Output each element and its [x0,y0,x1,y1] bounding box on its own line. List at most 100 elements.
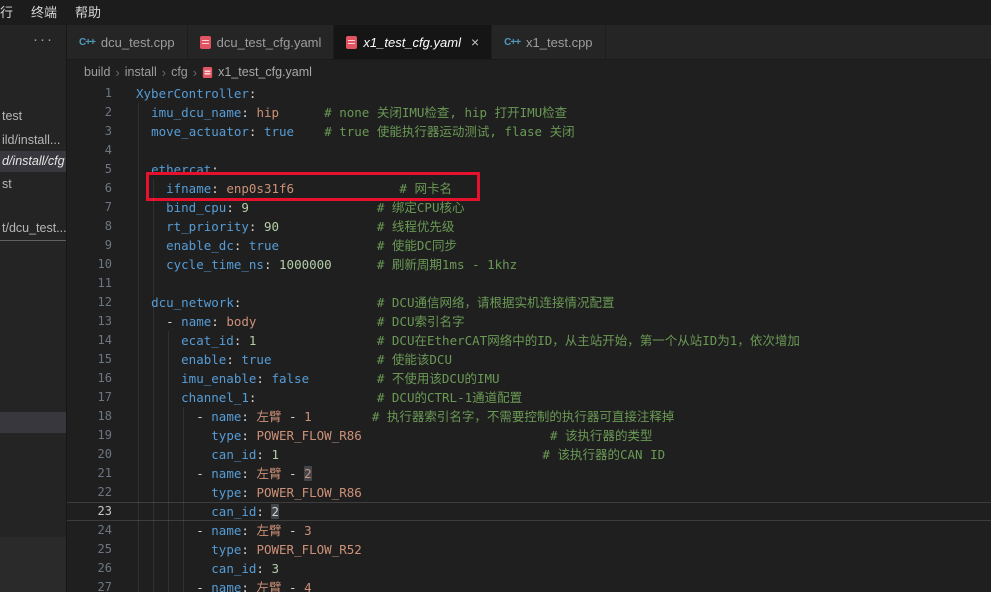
code-line[interactable]: 23 can_id: 2 [67,502,991,521]
sidebar-item[interactable]: ild/install... [0,130,66,151]
code-line[interactable]: 9 enable_dc: true # 使能DC同步 [67,236,991,255]
sidebar-selection-bar[interactable] [0,412,66,433]
sidebar-item[interactable]: test [0,106,66,127]
line-number[interactable]: 10 [67,255,112,274]
line-number[interactable]: 18 [67,407,112,426]
code-line[interactable]: 26 can_id: 3 [67,559,991,578]
close-icon[interactable]: × [471,35,479,49]
tab-label: x1_test_cfg.yaml [363,35,461,50]
line-number[interactable]: 23 [67,502,112,521]
tab-bar: C++dcu_test.cppdcu_test_cfg.yamlx1_test_… [67,25,991,60]
tab-dcu_test.cpp[interactable]: C++dcu_test.cpp [67,25,188,59]
line-number[interactable]: 16 [67,369,112,388]
line-number[interactable]: 1 [67,84,112,103]
code-line[interactable]: 2 imu_dcu_name: hip # none 关闭IMU检查, hip … [67,103,991,122]
line-number[interactable]: 25 [67,540,112,559]
sidebar-item[interactable]: d/install/cfg [0,151,66,172]
code-text: ifname: enp0s31f6 # 网卡名 [136,179,452,198]
code-lines: 1 XyberController:2 imu_dcu_name: hip # n… [67,84,991,592]
title-bar: 行终端帮助 [0,0,991,25]
line-number[interactable]: 2 [67,103,112,122]
code-text: type: POWER_FLOW_R86 # 该执行器的类型 [136,426,653,445]
line-number[interactable]: 20 [67,445,112,464]
code-line[interactable]: 11 [67,274,991,293]
code-line[interactable]: 20 can_id: 1 # 该执行器的CAN ID [67,445,991,464]
code-line[interactable]: 18 - name: 左臂 - 1 # 执行器索引名字，不需要控制的执行器可直接… [67,407,991,426]
line-number[interactable]: 13 [67,312,112,331]
tab-label: dcu_test_cfg.yaml [217,35,322,50]
code-line[interactable]: 22 type: POWER_FLOW_R86 [67,483,991,502]
tab-x1_test_cfg.yaml[interactable]: x1_test_cfg.yaml × [334,25,492,59]
code-line[interactable]: 17 channel_1: # DCU的CTRL-1通道配置 [67,388,991,407]
code-line[interactable]: 1 XyberController: [67,84,991,103]
line-number[interactable]: 7 [67,198,112,217]
code-text: enable_dc: true # 使能DC同步 [136,236,457,255]
code-line[interactable]: 21 - name: 左臂 - 2 [67,464,991,483]
sidebar: ··· testild/install...d/install/cfgstt/d… [0,25,67,592]
code-text: - name: body # DCU索引名字 [136,312,465,331]
breadcrumb-segment[interactable]: cfg [171,65,188,79]
code-text: bind_cpu: 9 # 绑定CPU核心 [136,198,465,217]
code-line[interactable]: 19 type: POWER_FLOW_R86 # 该执行器的类型 [67,426,991,445]
code-line[interactable]: 7 bind_cpu: 9 # 绑定CPU核心 [67,198,991,217]
code-line[interactable]: 3 move_actuator: true # true 使能执行器运动测试, … [67,122,991,141]
line-number[interactable]: 4 [67,141,112,160]
sidebar-item[interactable]: t/dcu_test... [0,218,66,239]
code-text: rt_priority: 90 # 线程优先级 [136,217,454,236]
code-line[interactable]: 8 rt_priority: 90 # 线程优先级 [67,217,991,236]
breadcrumb-segment[interactable]: build [84,65,110,79]
yaml-file-icon [346,36,357,49]
code-line[interactable]: 27 - name: 左臂 - 4 [67,578,991,592]
line-number[interactable]: 11 [67,274,112,293]
code-line[interactable]: 15 enable: true # 使能该DCU [67,350,991,369]
line-number[interactable]: 15 [67,350,112,369]
code-line[interactable]: 6 ifname: enp0s31f6 # 网卡名 [67,179,991,198]
code-line[interactable]: 24 - name: 左臂 - 3 [67,521,991,540]
breadcrumb-file[interactable]: x1_test_cfg.yaml [218,65,312,79]
code-text: dcu_network: # DCU通信网络，请根据实机连接情况配置 [136,293,615,312]
code-line[interactable]: 13 - name: body # DCU索引名字 [67,312,991,331]
line-number[interactable]: 26 [67,559,112,578]
code-line[interactable]: 14 ecat_id: 1 # DCU在EtherCAT网络中的ID，从主站开始… [67,331,991,350]
code-text: type: POWER_FLOW_R86 [136,483,362,502]
line-number[interactable]: 19 [67,426,112,445]
line-number[interactable]: 12 [67,293,112,312]
code-text: cycle_time_ns: 1000000 # 刷新周期1ms - 1khz [136,255,517,274]
code-line[interactable]: 12 dcu_network: # DCU通信网络，请根据实机连接情况配置 [67,293,991,312]
code-line[interactable]: 4 [67,141,991,160]
breadcrumb-segment[interactable]: install [125,65,157,79]
line-number[interactable]: 3 [67,122,112,141]
code-line[interactable]: 5 ethercat: [67,160,991,179]
code-text: - name: 左臂 - 4 [136,578,312,592]
sidebar-item[interactable]: st [0,174,66,195]
yaml-file-icon [203,66,212,77]
line-number[interactable]: 17 [67,388,112,407]
line-number[interactable]: 6 [67,179,112,198]
code-text: XyberController: [136,84,256,103]
breadcrumb: build›install›cfg›x1_test_cfg.yaml [67,60,991,84]
menu-item-终端[interactable]: 终端 [22,0,66,25]
cpp-file-icon: C++ [504,37,520,48]
line-number[interactable]: 5 [67,160,112,179]
line-number[interactable]: 8 [67,217,112,236]
menu-item-行[interactable]: 行 [0,0,22,25]
code-text: channel_1: # DCU的CTRL-1通道配置 [136,388,522,407]
code-editor[interactable]: 1 XyberController:2 imu_dcu_name: hip # n… [67,84,991,592]
tab-x1_test.cpp[interactable]: C++x1_test.cpp [492,25,605,59]
line-number[interactable]: 21 [67,464,112,483]
line-number[interactable]: 22 [67,483,112,502]
code-text: enable: true # 使能该DCU [136,350,452,369]
breadcrumb-separator-icon: › [162,65,166,80]
code-line[interactable]: 25 type: POWER_FLOW_R52 [67,540,991,559]
line-number[interactable]: 24 [67,521,112,540]
tab-dcu_test_cfg.yaml[interactable]: dcu_test_cfg.yaml [188,25,335,59]
line-number[interactable]: 14 [67,331,112,350]
tab-label: dcu_test.cpp [101,35,175,50]
line-number[interactable]: 27 [67,578,112,592]
code-line[interactable]: 16 imu_enable: false # 不使用该DCU的IMU [67,369,991,388]
code-line[interactable]: 10 cycle_time_ns: 1000000 # 刷新周期1ms - 1k… [67,255,991,274]
line-number[interactable]: 9 [67,236,112,255]
breadcrumb-separator-icon: › [115,65,119,80]
menu-item-帮助[interactable]: 帮助 [66,0,110,25]
code-text: - name: 左臂 - 1 # 执行器索引名字，不需要控制的执行器可直接注释掉 [136,407,674,426]
